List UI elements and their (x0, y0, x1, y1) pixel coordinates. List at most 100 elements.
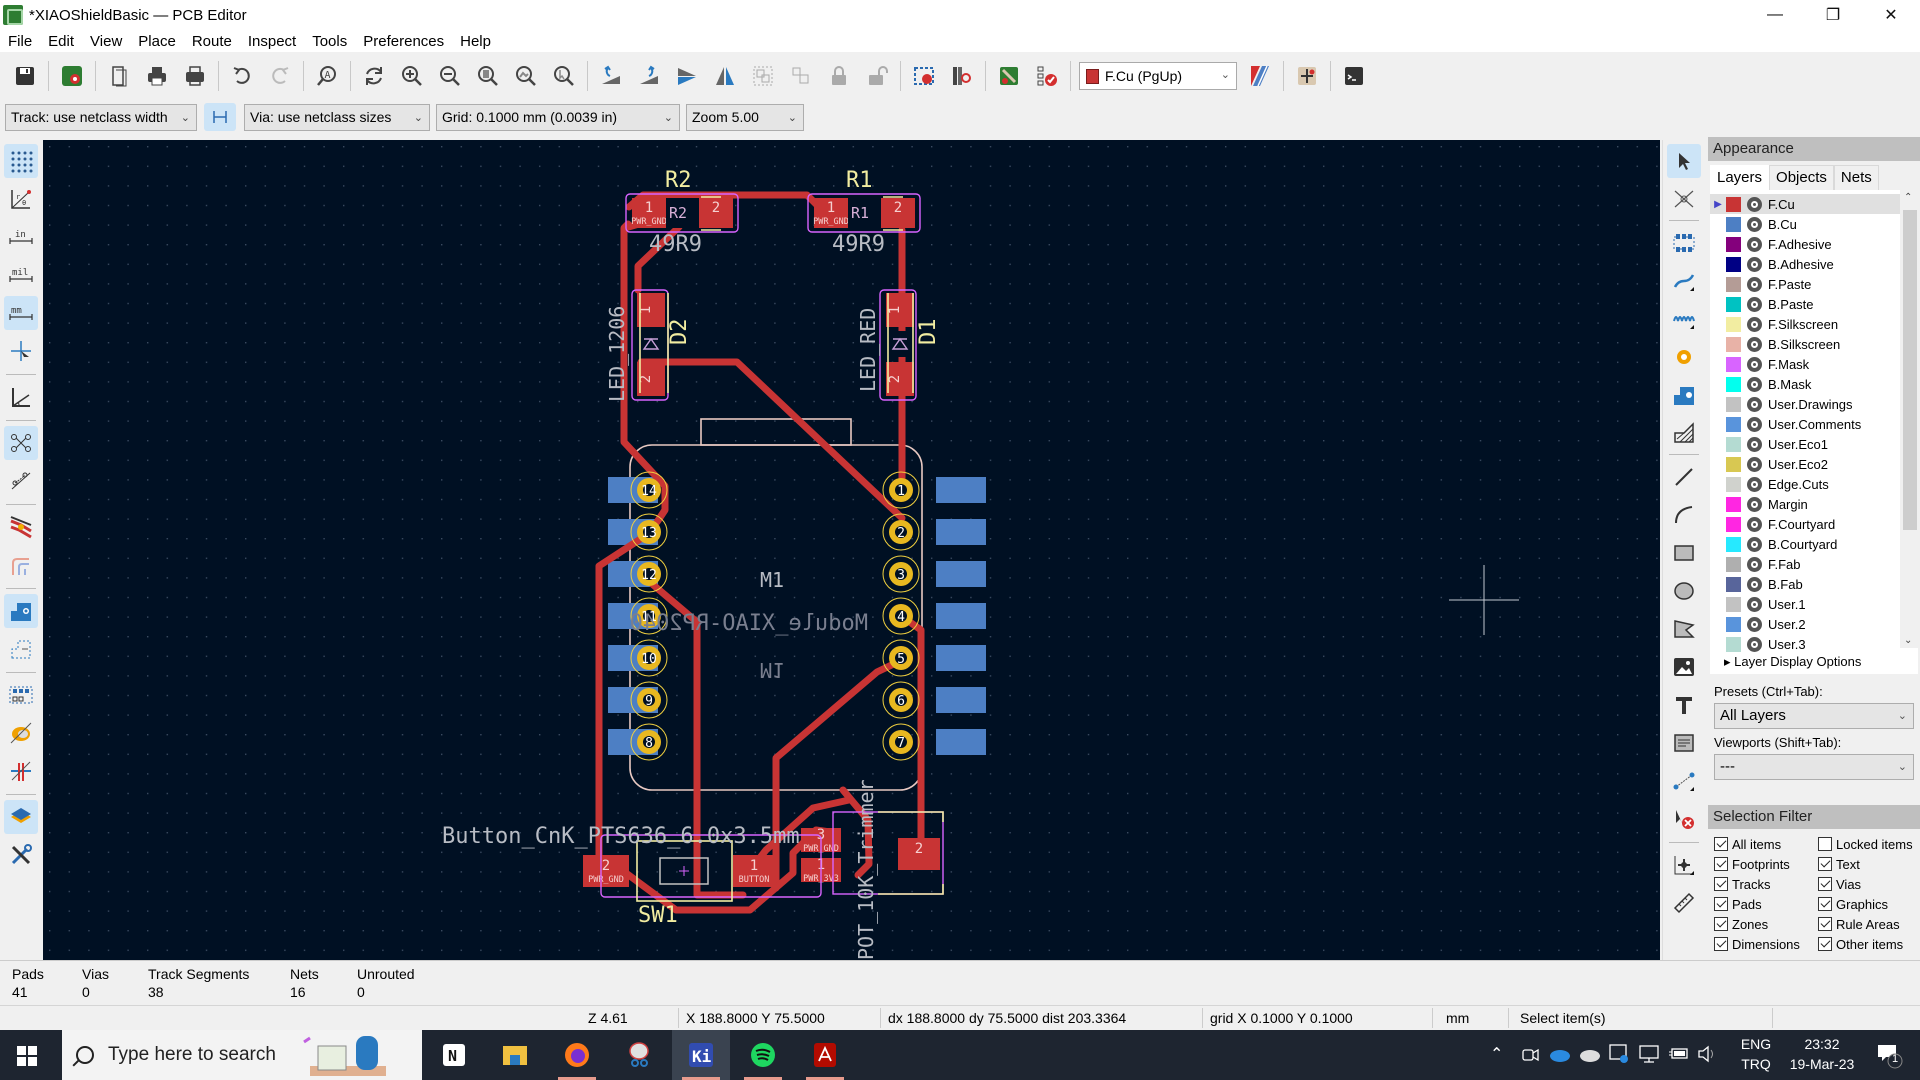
layer-color-swatch[interactable] (1726, 476, 1741, 492)
checkbox[interactable] (1818, 837, 1832, 851)
layer-color-swatch[interactable] (1726, 216, 1741, 232)
layer-row-b-courtyard[interactable]: B.Courtyard (1710, 534, 1900, 554)
layer-color-swatch[interactable] (1726, 616, 1741, 632)
taskbar-kicad[interactable]: Ki (672, 1030, 730, 1080)
filter-other-items[interactable]: Other items (1818, 935, 1920, 953)
zoom-objects-button[interactable] (508, 58, 544, 94)
layer-color-swatch[interactable] (1726, 316, 1741, 332)
track-width-select[interactable]: Track: use netclass width ⌄ (5, 103, 197, 131)
onedrive-icon[interactable] (1548, 1045, 1572, 1063)
mirror-button[interactable] (707, 58, 743, 94)
onedrive-personal-icon[interactable] (1578, 1045, 1602, 1063)
unlock-button[interactable] (859, 58, 895, 94)
taskbar-spotify[interactable] (734, 1030, 792, 1080)
add-footprint-button[interactable] (1667, 226, 1701, 260)
layer-color-swatch[interactable] (1726, 376, 1741, 392)
visibility-eye-icon[interactable] (1747, 616, 1762, 632)
close-button[interactable]: ✕ (1862, 0, 1920, 30)
grid-origin-button[interactable] (1667, 848, 1701, 882)
save-button[interactable] (7, 58, 43, 94)
filter-footprints[interactable]: Footprints (1714, 855, 1818, 873)
presets-select[interactable]: All Layers ⌄ (1714, 703, 1914, 729)
layer-color-swatch[interactable] (1726, 536, 1741, 552)
layer-row-f-adhesive[interactable]: F.Adhesive (1710, 234, 1900, 254)
delete-tool-button[interactable] (1667, 802, 1701, 836)
zoom-select[interactable]: Zoom 5.00 ⌄ (686, 103, 804, 131)
zoom-in-button[interactable] (394, 58, 430, 94)
layer-row-f-cu[interactable]: ▶ F.Cu (1710, 194, 1900, 214)
visibility-eye-icon[interactable] (1747, 636, 1762, 652)
tune-length-button[interactable] (1667, 302, 1701, 336)
menu-help[interactable]: Help (452, 33, 499, 50)
visibility-eye-icon[interactable] (1747, 256, 1762, 272)
tab-objects[interactable]: Objects (1769, 165, 1834, 190)
visibility-eye-icon[interactable] (1747, 236, 1762, 252)
tab-layers[interactable]: Layers (1710, 165, 1770, 190)
pcb-drawing[interactable]: 1PWR_GND2 1PWR_GND212122PWR_GND1BUTTON3PW… (43, 140, 1660, 960)
rotate-ccw-button[interactable] (593, 58, 629, 94)
filter-graphics[interactable]: Graphics (1818, 895, 1920, 913)
drc-button[interactable] (1029, 58, 1065, 94)
battery-icon[interactable] (1668, 1046, 1690, 1062)
units-mils-button[interactable]: mil (4, 258, 38, 292)
show-ratsnest-angle-button[interactable] (4, 380, 38, 414)
add-dimension-button[interactable] (1667, 764, 1701, 798)
board-setup-button[interactable] (54, 58, 90, 94)
checkbox[interactable] (1818, 937, 1832, 951)
show-vias-button[interactable] (4, 716, 38, 750)
layer-row-b-adhesive[interactable]: B.Adhesive (1710, 254, 1900, 274)
update-pcb-button[interactable] (906, 58, 942, 94)
visibility-eye-icon[interactable] (1747, 376, 1762, 392)
redo-button[interactable] (262, 58, 298, 94)
visibility-eye-icon[interactable] (1747, 336, 1762, 352)
menu-preferences[interactable]: Preferences (355, 33, 452, 50)
measure-tool-button[interactable] (1667, 886, 1701, 920)
restore-button[interactable]: ❐ (1804, 0, 1862, 30)
polar-coords-button[interactable]: rθ (4, 182, 38, 216)
visibility-eye-icon[interactable] (1747, 496, 1762, 512)
visibility-eye-icon[interactable] (1747, 196, 1762, 212)
layer-row-user-3[interactable]: User.3 (1710, 634, 1900, 654)
filter-dimensions[interactable]: Dimensions (1714, 935, 1818, 953)
layer-color-swatch[interactable] (1726, 396, 1741, 412)
high-contrast-button[interactable] (4, 548, 38, 582)
units-mm-button[interactable]: mm (4, 296, 38, 330)
layer-row-f-fab[interactable]: F.Fab (1710, 554, 1900, 574)
taskbar-search[interactable]: Type here to search (62, 1030, 422, 1080)
undo-button[interactable] (224, 58, 260, 94)
layer-color-swatch[interactable] (1726, 276, 1741, 292)
checkbox[interactable] (1714, 837, 1728, 851)
layer-row-f-paste[interactable]: F.Paste (1710, 274, 1900, 294)
layer-row-user-comments[interactable]: User.Comments (1710, 414, 1900, 434)
scroll-down-icon[interactable]: ⌄ (1904, 635, 1912, 646)
add-textbox-button[interactable] (1667, 726, 1701, 760)
via-size-select[interactable]: Via: use netclass sizes ⌄ (244, 103, 430, 131)
visibility-eye-icon[interactable] (1747, 556, 1762, 572)
visibility-eye-icon[interactable] (1747, 296, 1762, 312)
taskbar-file-explorer[interactable] (486, 1030, 544, 1080)
language-indicator[interactable]: ENG TRQ (1733, 1030, 1779, 1080)
filter-locked-items[interactable]: Locked items (1818, 835, 1920, 853)
select-tool-button[interactable] (1667, 144, 1701, 178)
grid-select[interactable]: Grid: 0.1000 mm (0.0039 in) ⌄ (436, 103, 680, 131)
scripting-button[interactable] (1289, 58, 1325, 94)
layer-color-swatch[interactable] (1726, 576, 1741, 592)
layer-row-margin[interactable]: Margin (1710, 494, 1900, 514)
layer-row-user-1[interactable]: User.1 (1710, 594, 1900, 614)
layer-row-b-cu[interactable]: B.Cu (1710, 214, 1900, 234)
layers-manager-button[interactable] (4, 800, 38, 834)
taskbar-notion[interactable]: N (425, 1030, 483, 1080)
draw-rectangle-button[interactable] (1667, 536, 1701, 570)
visibility-eye-icon[interactable] (1747, 316, 1762, 332)
zone-outline-button[interactable] (4, 632, 38, 666)
redraw-button[interactable] (356, 58, 392, 94)
schematic-button[interactable] (991, 58, 1027, 94)
checkbox[interactable] (1714, 877, 1728, 891)
windows-start-button[interactable] (17, 1046, 37, 1066)
menu-edit[interactable]: Edit (40, 33, 82, 50)
show-hidden-icons-icon[interactable]: ⌃ (1490, 1044, 1503, 1064)
show-pads-button[interactable] (4, 678, 38, 712)
meet-now-icon[interactable] (1520, 1045, 1540, 1065)
notification-center-button[interactable]: 1 (1868, 1030, 1908, 1080)
route-track-button[interactable] (1667, 264, 1701, 298)
